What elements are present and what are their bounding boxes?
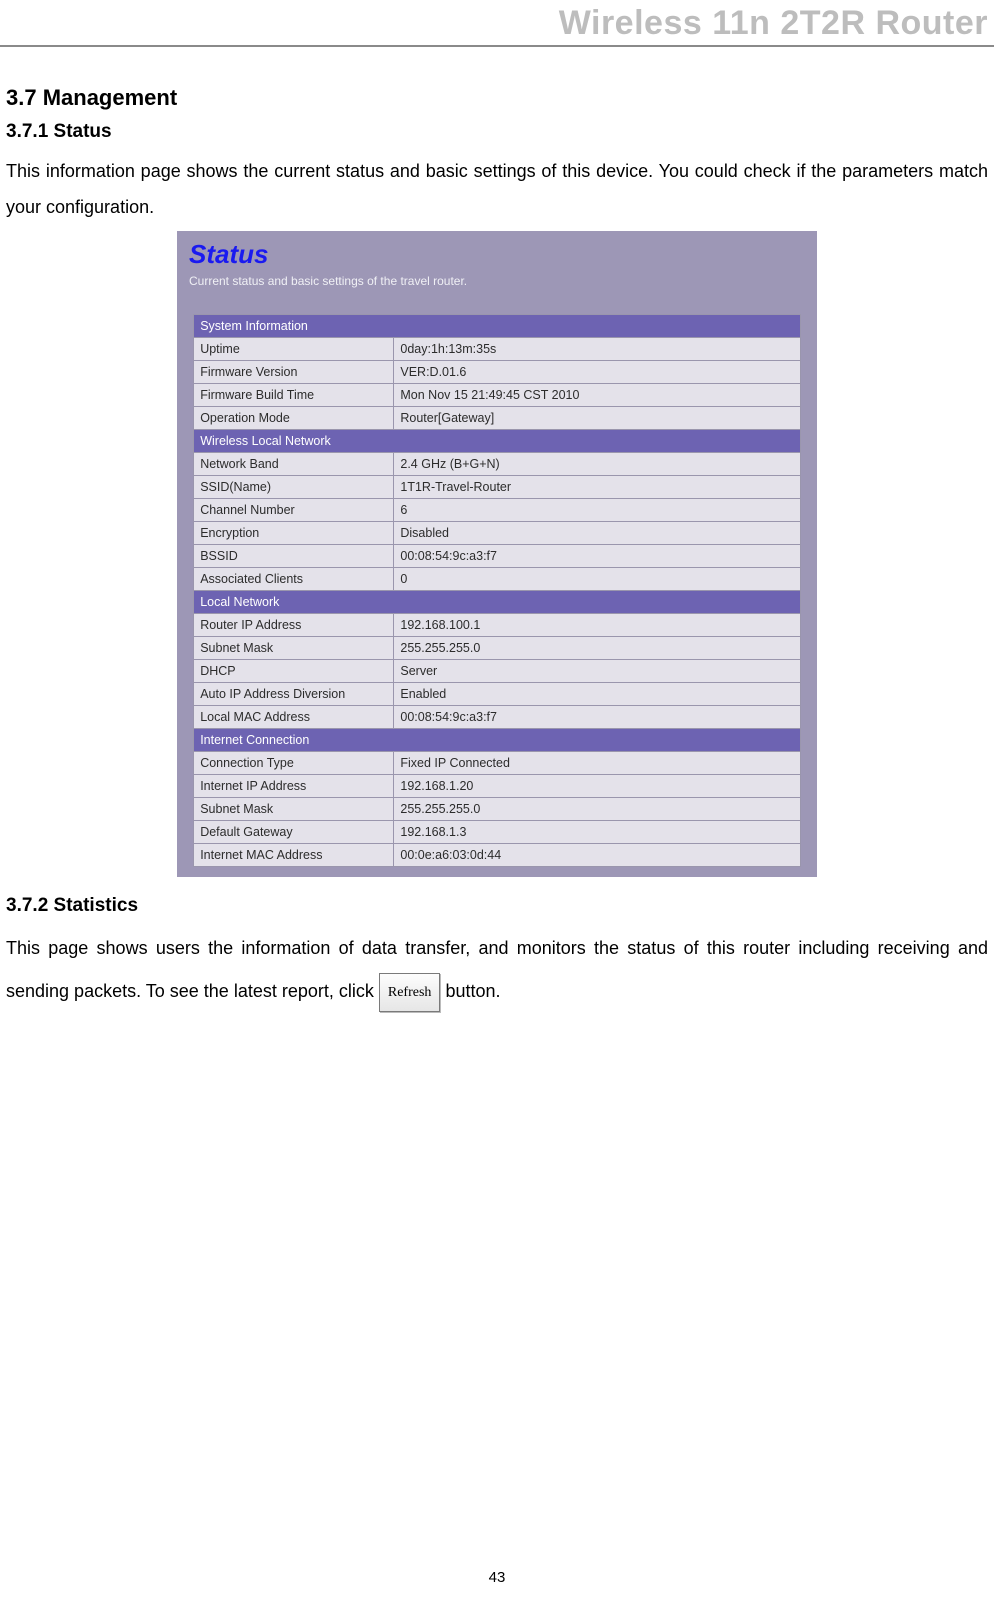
section-3-7-heading: 3.7 Management [6,85,988,111]
section-header-wlan: Wireless Local Network [194,430,801,453]
row-label: SSID(Name) [194,476,394,499]
page-number: 43 [0,1569,994,1586]
table-row: Uptime0day:1h:13m:35s [194,338,801,361]
section-header-wan: Internet Connection [194,729,801,752]
row-value: 192.168.1.3 [394,821,800,844]
row-value: Router[Gateway] [394,407,800,430]
row-label: BSSID [194,545,394,568]
row-value: 1T1R-Travel-Router [394,476,800,499]
row-value: 6 [394,499,800,522]
row-value: 2.4 GHz (B+G+N) [394,453,800,476]
table-row: Network Band2.4 GHz (B+G+N) [194,453,801,476]
table-row: Channel Number6 [194,499,801,522]
table-row: Internet MAC Address00:0e:a6:03:0d:44 [194,844,801,867]
table-row: Connection TypeFixed IP Connected [194,752,801,775]
table-row: Local MAC Address00:08:54:9c:a3:f7 [194,706,801,729]
status-title: Status [189,239,807,270]
row-label: Auto IP Address Diversion [194,683,394,706]
document-title: Wireless 11n 2T2R Router [559,4,988,42]
row-label: Associated Clients [194,568,394,591]
row-label: Firmware Version [194,361,394,384]
row-label: Internet MAC Address [194,844,394,867]
table-row: Subnet Mask255.255.255.0 [194,798,801,821]
table-row: BSSID00:08:54:9c:a3:f7 [194,545,801,568]
row-value: Disabled [394,522,800,545]
status-screenshot: Status Current status and basic settings… [177,231,817,877]
section-3-7-1-heading: 3.7.1 Status [6,121,988,143]
row-value: 192.168.1.20 [394,775,800,798]
row-value: 255.255.255.0 [394,637,800,660]
status-subtitle: Current status and basic settings of the… [189,274,807,288]
row-value: 00:08:54:9c:a3:f7 [394,545,800,568]
row-value: 00:0e:a6:03:0d:44 [394,844,800,867]
table-row: Firmware VersionVER:D.01.6 [194,361,801,384]
table-row: Auto IP Address DiversionEnabled [194,683,801,706]
page-header: Wireless 11n 2T2R Router [0,0,994,47]
row-label: Encryption [194,522,394,545]
row-value: 255.255.255.0 [394,798,800,821]
section-header-lan: Local Network [194,591,801,614]
row-value: 0day:1h:13m:35s [394,338,800,361]
table-row: DHCPServer [194,660,801,683]
row-value: Enabled [394,683,800,706]
row-value: Fixed IP Connected [394,752,800,775]
row-value: Mon Nov 15 21:49:45 CST 2010 [394,384,800,407]
row-label: Default Gateway [194,821,394,844]
row-label: Subnet Mask [194,798,394,821]
row-value: 00:08:54:9c:a3:f7 [394,706,800,729]
row-label: Uptime [194,338,394,361]
table-row: SSID(Name)1T1R-Travel-Router [194,476,801,499]
table-row: Router IP Address192.168.100.1 [194,614,801,637]
row-label: Connection Type [194,752,394,775]
section-3-7-2-paragraph: This page shows users the information of… [6,927,988,1013]
section-header-sysinfo: System Information [194,315,801,338]
table-row: Firmware Build TimeMon Nov 15 21:49:45 C… [194,384,801,407]
row-label: Channel Number [194,499,394,522]
row-label: Operation Mode [194,407,394,430]
row-label: DHCP [194,660,394,683]
refresh-button[interactable]: Refresh [379,973,441,1013]
row-value: 192.168.100.1 [394,614,800,637]
section-3-7-2-heading: 3.7.2 Statistics [6,895,988,917]
row-label: Firmware Build Time [194,384,394,407]
row-label: Internet IP Address [194,775,394,798]
row-label: Router IP Address [194,614,394,637]
table-row: Operation ModeRouter[Gateway] [194,407,801,430]
table-row: Internet IP Address192.168.1.20 [194,775,801,798]
row-value: VER:D.01.6 [394,361,800,384]
row-value: Server [394,660,800,683]
row-label: Subnet Mask [194,637,394,660]
table-row: EncryptionDisabled [194,522,801,545]
para-text-b: button. [445,981,500,1001]
row-value: 0 [394,568,800,591]
table-row: Default Gateway192.168.1.3 [194,821,801,844]
status-table: System Information Uptime0day:1h:13m:35s… [193,314,801,867]
row-label: Network Band [194,453,394,476]
row-label: Local MAC Address [194,706,394,729]
table-row: Associated Clients0 [194,568,801,591]
table-row: Subnet Mask255.255.255.0 [194,637,801,660]
section-3-7-1-paragraph: This information page shows the current … [6,153,988,225]
